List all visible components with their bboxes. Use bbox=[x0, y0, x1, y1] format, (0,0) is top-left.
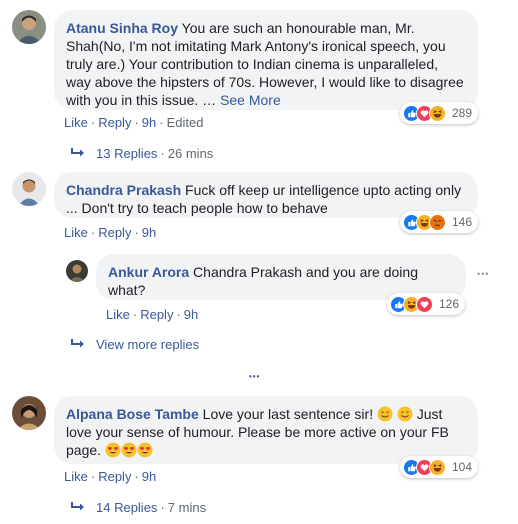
heart-eyes-emoji-icon bbox=[137, 442, 153, 458]
comment-author[interactable]: Atanu Sinha Roy bbox=[66, 20, 178, 36]
grin-emoji-icon bbox=[397, 406, 413, 422]
reaction-count: 104 bbox=[452, 460, 473, 474]
reply-button[interactable]: Reply bbox=[140, 307, 173, 322]
view-replies-link[interactable]: 14 Replies bbox=[96, 500, 157, 515]
like-button[interactable]: Like bbox=[106, 307, 130, 322]
avatar-alpana[interactable] bbox=[12, 396, 46, 430]
timestamp[interactable]: 9h bbox=[142, 225, 156, 240]
comment-actions: Like · Reply · 9h bbox=[64, 225, 157, 240]
replies-time: 26 mins bbox=[167, 146, 214, 161]
avatar-ankur[interactable] bbox=[66, 260, 88, 282]
reaction-summary[interactable]: 289 bbox=[400, 102, 479, 124]
replies-row[interactable]: 14 Replies · 7 mins bbox=[70, 500, 206, 515]
reply-actions: Like · Reply · 9h bbox=[106, 307, 199, 322]
grin-emoji-icon bbox=[377, 406, 393, 422]
avatar-atanu[interactable] bbox=[12, 10, 46, 44]
reaction-summary[interactable]: 146 bbox=[400, 211, 479, 233]
angry-icon bbox=[429, 213, 446, 231]
love-icon bbox=[416, 295, 433, 313]
heart-eyes-emoji-icon bbox=[121, 442, 137, 458]
reply-button[interactable]: Reply bbox=[98, 225, 131, 240]
reaction-summary[interactable]: 104 bbox=[400, 456, 479, 478]
comment-bubble-3: Alpana Bose Tambe Love your last sentenc… bbox=[54, 396, 478, 464]
edited-label[interactable]: Edited bbox=[167, 115, 204, 130]
comment-author[interactable]: Alpana Bose Tambe bbox=[66, 406, 199, 422]
reaction-count: 146 bbox=[452, 215, 473, 229]
comment-text-part1: Love your last sentence sir! bbox=[198, 406, 377, 422]
more-options-button[interactable]: ••• bbox=[477, 269, 489, 279]
reply-arrow-icon bbox=[70, 338, 86, 350]
load-more-comments-button[interactable]: ••• bbox=[249, 372, 260, 381]
reaction-count: 289 bbox=[452, 106, 473, 120]
like-button[interactable]: Like bbox=[64, 225, 88, 240]
timestamp[interactable]: 9h bbox=[184, 307, 198, 322]
replies-row[interactable]: 13 Replies · 26 mins bbox=[70, 146, 213, 161]
reply-button[interactable]: Reply bbox=[98, 469, 131, 484]
comment-author[interactable]: Chandra Prakash bbox=[66, 182, 181, 198]
reaction-count: 126 bbox=[439, 297, 460, 311]
avatar-chandra[interactable] bbox=[12, 172, 46, 206]
like-button[interactable]: Like bbox=[64, 115, 88, 130]
timestamp[interactable]: 9h bbox=[142, 115, 156, 130]
heart-eyes-emoji-icon bbox=[105, 442, 121, 458]
view-more-replies-link[interactable]: View more replies bbox=[96, 337, 199, 352]
comment-bubble-1: Atanu Sinha Roy You are such an honourab… bbox=[54, 10, 478, 110]
reply-button[interactable]: Reply bbox=[98, 115, 131, 130]
view-more-replies-row[interactable]: View more replies bbox=[70, 337, 199, 352]
haha-icon bbox=[429, 458, 446, 476]
see-more-link[interactable]: See More bbox=[220, 92, 281, 108]
haha-icon bbox=[429, 104, 446, 122]
reply-arrow-icon bbox=[70, 147, 86, 159]
like-button[interactable]: Like bbox=[64, 469, 88, 484]
comment-actions: Like · Reply · 9h · Edited bbox=[64, 115, 204, 130]
timestamp[interactable]: 9h bbox=[142, 469, 156, 484]
replies-time: 7 mins bbox=[167, 500, 207, 515]
reply-arrow-icon bbox=[70, 501, 86, 513]
reply-author[interactable]: Ankur Arora bbox=[108, 264, 189, 280]
reaction-summary[interactable]: 126 bbox=[387, 293, 466, 315]
view-replies-link[interactable]: 13 Replies bbox=[96, 146, 157, 161]
comment-actions: Like · Reply · 9h bbox=[64, 469, 157, 484]
